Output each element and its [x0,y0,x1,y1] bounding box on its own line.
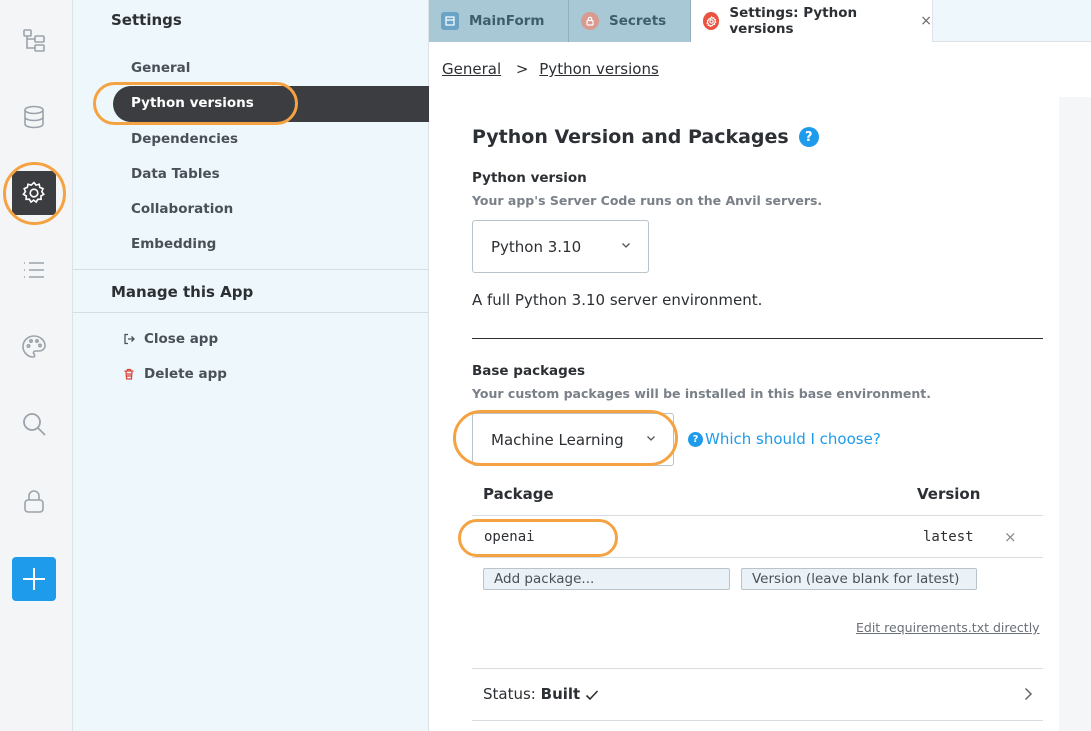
tab-secrets[interactable]: Secrets [569,0,691,42]
package-version: latest [923,529,974,545]
close-app-label: Close app [144,331,219,347]
python-version-hint: Your app's Server Code runs on the Anvil… [472,193,823,208]
database-icon[interactable] [12,95,56,139]
sidebar-item-dependencies[interactable]: Dependencies [131,131,238,147]
help-icon: ? [688,431,703,447]
checkmark-icon [585,689,599,700]
breadcrumb-general-link[interactable]: General [442,60,501,78]
chevron-down-icon [647,436,655,441]
python-version-select[interactable]: Python 3.10 [472,220,649,273]
base-packages-value: Machine Learning [491,430,624,449]
status-prefix: Status: [483,685,536,703]
column-header-version: Version [917,485,981,503]
lock-icon [581,12,599,30]
which-link-text: Which should I choose? [705,430,881,448]
gear-icon [703,12,720,30]
base-packages-label: Base packages [472,363,586,379]
sidebar-item-embedding[interactable]: Embedding [131,236,216,252]
table-divider [472,557,1043,558]
trash-icon [124,368,134,380]
sidebar-item-data-tables[interactable]: Data Tables [131,166,220,182]
tab-label: MainForm [469,13,545,29]
page-title: Python Version and Packages ? [472,126,819,148]
python-version-value: Python 3.10 [491,237,582,256]
section-divider [472,338,1043,339]
sidebar-title: Settings [111,11,182,29]
breadcrumb-python-versions-link[interactable]: Python versions [539,60,659,78]
breadcrumb-separator: > [515,60,529,78]
breadcrumb: General > Python versions [442,60,659,78]
app-tree-icon[interactable] [12,18,56,62]
edit-requirements-link[interactable]: Edit requirements.txt directly [856,620,1040,635]
help-icon[interactable]: ? [798,127,819,147]
exit-icon [124,333,135,345]
section-divider [472,720,1043,721]
python-version-label: Python version [472,170,587,186]
gear-icon[interactable] [12,171,56,215]
table-divider [472,515,1043,516]
sidebar-item-general[interactable]: General [131,60,190,76]
python-version-description: A full Python 3.10 server environment. [472,291,763,309]
settings-sidebar: Settings General Python versions Depende… [73,0,429,731]
which-should-i-choose-link[interactable]: ? Which should I choose? [688,430,881,448]
delete-app-button[interactable]: Delete app [123,366,227,382]
base-packages-select[interactable]: Machine Learning [472,413,674,466]
divider [73,269,429,270]
status-value: Built [540,685,581,703]
add-version-input[interactable]: Version (leave blank for latest) [741,568,977,590]
manage-app-title: Manage this App [111,283,254,301]
search-icon[interactable] [12,402,56,446]
sidebar-item-label: Python versions [131,95,254,111]
page-title-text: Python Version and Packages [472,126,789,148]
tab-bar: MainForm Secrets Settings: Python versio… [429,0,1091,42]
form-icon [441,12,459,30]
list-icon[interactable] [12,248,56,292]
package-name: openai [484,529,535,545]
close-app-button[interactable]: Close app [123,331,218,347]
section-divider [472,668,1043,669]
close-icon[interactable]: × [920,13,932,29]
tab-label: Settings: Python versions [729,5,858,37]
sidebar-item-collaboration[interactable]: Collaboration [131,201,233,217]
sidebar-item-python-versions[interactable]: Python versions [113,86,429,122]
column-header-package: Package [483,485,554,503]
divider [73,312,429,313]
base-packages-hint: Your custom packages will be installed i… [472,386,931,401]
remove-package-icon[interactable]: × [1004,528,1017,546]
add-package-input[interactable]: Add package... [483,568,730,590]
lock-icon[interactable] [12,479,56,523]
plus-icon[interactable] [12,557,56,601]
tab-mainform[interactable]: MainForm [429,0,569,42]
tab-settings-python-versions[interactable]: Settings: Python versions × [691,0,933,42]
chevron-right-icon[interactable] [1022,686,1034,702]
scrollbar[interactable] [1059,97,1091,731]
build-status[interactable]: Status: Built [483,685,599,703]
delete-app-label: Delete app [144,366,227,382]
tab-label: Secrets [609,13,667,29]
chevron-down-icon [622,243,630,248]
palette-icon[interactable] [12,325,56,369]
icon-rail [0,0,73,731]
